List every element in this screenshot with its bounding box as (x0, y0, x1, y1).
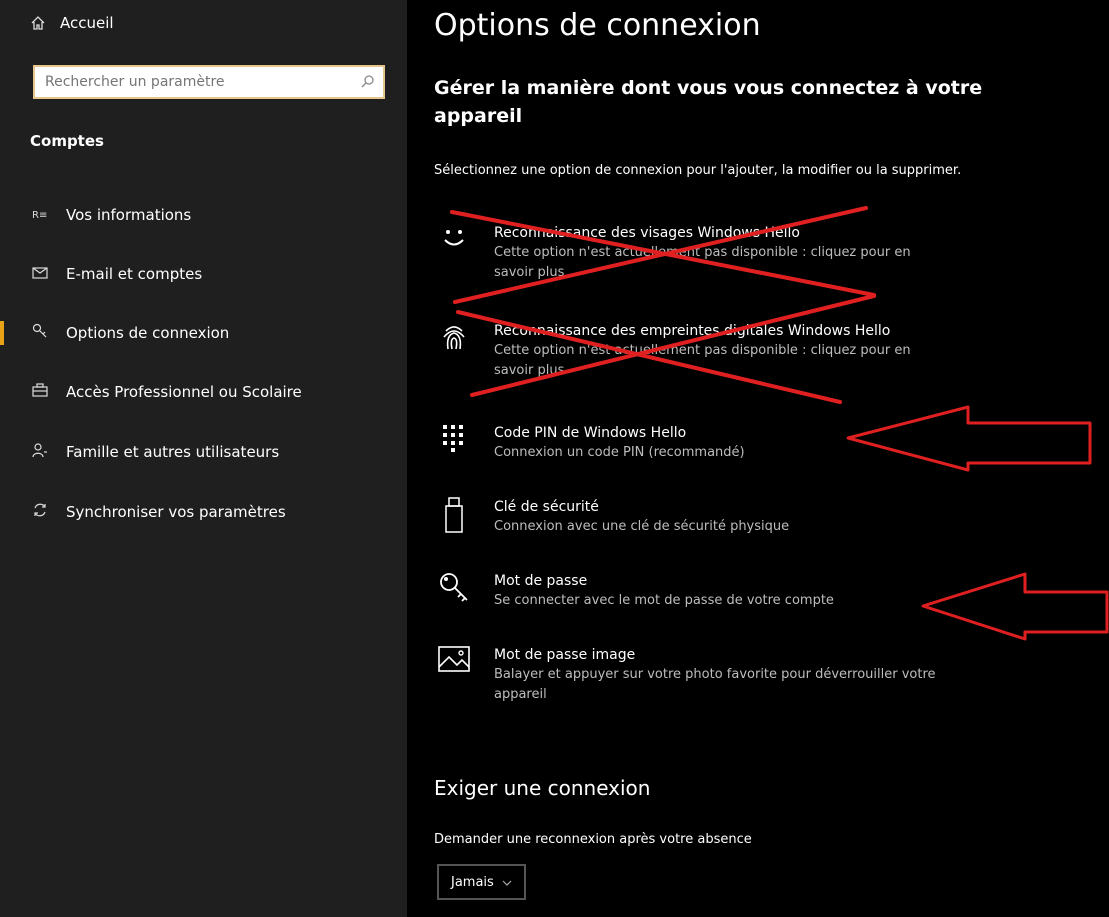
nav-label-sync-settings: Synchroniser vos paramètres (66, 503, 286, 521)
nav-item-email-accounts[interactable]: E-mail et comptes (0, 256, 407, 292)
nav-label-work-school: Accès Professionnel ou Scolaire (66, 383, 302, 401)
add-person-icon (30, 442, 50, 462)
option-title-picture-password: Mot de passe image (494, 647, 636, 663)
option-password[interactable]: Mot de passe Se connecter avec le mot de… (434, 571, 1034, 611)
settings-sidebar: Accueil Comptes R≡ Vos informations E-ma… (0, 0, 407, 917)
nav-item-sync-settings[interactable]: Synchroniser vos paramètres (0, 494, 407, 530)
require-signin-dropdown[interactable]: Jamais (437, 864, 526, 900)
key-icon (30, 323, 50, 343)
nav-item-work-school[interactable]: Accès Professionnel ou Scolaire (0, 374, 407, 410)
pin-keypad-icon (434, 423, 474, 463)
password-key-icon (434, 571, 474, 611)
option-fingerprint[interactable]: Reconnaissance des empreintes digitales … (434, 321, 1034, 381)
option-desc-security-key: Connexion avec une clé de sécurité physi… (494, 519, 790, 534)
fingerprint-icon (434, 321, 474, 361)
option-pin[interactable]: Code PIN de Windows Hello Connexion un c… (434, 423, 1034, 463)
home-link[interactable]: Accueil (30, 10, 114, 36)
mail-icon (30, 265, 50, 283)
option-title-fingerprint: Reconnaissance des empreintes digitales … (494, 323, 891, 339)
settings-search-box[interactable] (33, 65, 385, 99)
option-title-security-key: Clé de sécurité (494, 499, 599, 515)
search-input[interactable] (35, 67, 353, 97)
svg-text:R≡: R≡ (32, 210, 47, 220)
option-desc-fingerprint: Cette option n'est actuellement pas disp… (494, 343, 911, 378)
option-desc-picture-password: Balayer et appuyer sur votre photo favor… (494, 667, 936, 702)
picture-password-icon (434, 645, 474, 685)
option-security-key[interactable]: Clé de sécurité Connexion avec une clé d… (434, 497, 1034, 537)
option-title-face: Reconnaissance des visages Windows Hello (494, 225, 800, 241)
face-icon (434, 223, 474, 263)
briefcase-icon (30, 383, 50, 401)
usb-key-icon (434, 497, 474, 537)
home-icon (31, 16, 45, 30)
nav-item-family-users[interactable]: Famille et autres utilisateurs (0, 434, 407, 470)
home-label: Accueil (60, 14, 114, 32)
option-desc-face: Cette option n'est actuellement pas disp… (494, 245, 911, 280)
nav-label-your-info: Vos informations (66, 206, 192, 224)
require-signin-title: Exiger une connexion (434, 776, 651, 800)
require-signin-desc: Demander une reconnexion après votre abs… (434, 832, 752, 847)
option-title-password: Mot de passe (494, 573, 588, 589)
nav-item-sign-in-options[interactable]: Options de connexion (0, 315, 407, 351)
chevron-down-icon (502, 875, 512, 890)
option-desc-password: Se connecter avec le mot de passe de vot… (494, 593, 834, 608)
option-face-recognition[interactable]: Reconnaissance des visages Windows Hello… (434, 223, 1034, 283)
main-content: Options de connexion Gérer la manière do… (407, 0, 1109, 917)
user-card-icon: R≡ (30, 206, 50, 224)
page-description: Sélectionnez une option de connexion pou… (434, 163, 962, 178)
section-title-accounts: Comptes (30, 132, 104, 150)
nav-label-email-accounts: E-mail et comptes (66, 265, 203, 283)
search-icon[interactable] (353, 73, 383, 92)
option-title-pin: Code PIN de Windows Hello (494, 425, 687, 441)
option-desc-pin: Connexion un code PIN (recommandé) (494, 445, 745, 460)
option-picture-password[interactable]: Mot de passe image Balayer et appuyer su… (434, 645, 1034, 705)
dropdown-value: Jamais (451, 874, 494, 890)
page-title: Options de connexion (434, 8, 761, 43)
nav-label-sign-in-options: Options de connexion (66, 324, 230, 342)
nav-label-family-users: Famille et autres utilisateurs (66, 443, 280, 461)
nav-item-your-info[interactable]: R≡ Vos informations (0, 197, 407, 233)
sync-icon (30, 502, 50, 522)
page-subtitle: Gérer la manière dont vous vous connecte… (434, 77, 983, 127)
